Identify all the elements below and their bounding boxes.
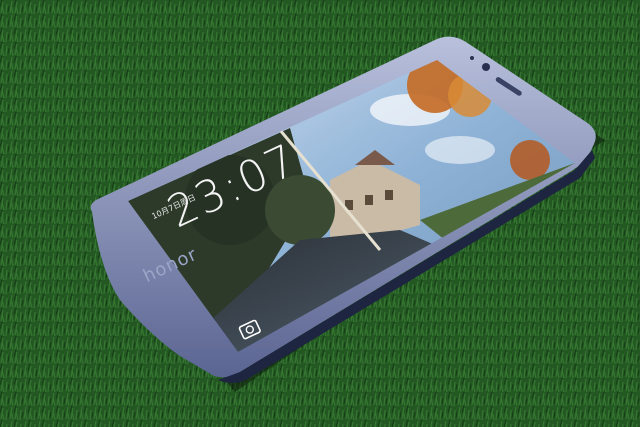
front-camera-icon (482, 63, 490, 71)
photo-scene: 23:07 10月7日周日 honor (0, 0, 640, 427)
scene-illustration (0, 0, 640, 427)
